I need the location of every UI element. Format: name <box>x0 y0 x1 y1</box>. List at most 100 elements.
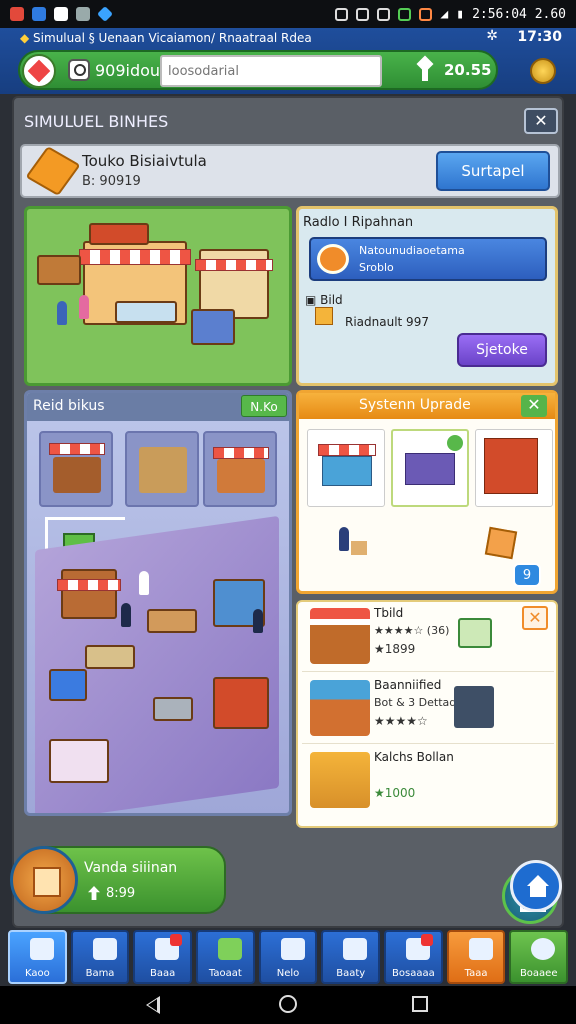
shop-scene[interactable] <box>24 206 292 386</box>
info-banner-subtitle: Sroblo <box>359 261 394 274</box>
tab-inventory[interactable]: Bama <box>70 930 130 984</box>
panel-title: SIMULUEL BINHES <box>24 112 169 131</box>
store-thumbnail <box>310 680 370 736</box>
cube-icon <box>315 307 333 325</box>
venue-title: Vanda siiinan <box>84 860 178 876</box>
recents-icon[interactable] <box>412 996 428 1012</box>
retail-slot[interactable] <box>203 431 277 507</box>
store-rating: ★★★★☆ (36) <box>374 624 450 637</box>
chat-icon <box>531 938 556 960</box>
app-logo[interactable] <box>22 54 56 88</box>
customer-figure <box>79 295 89 319</box>
upgrade-slot[interactable] <box>475 429 553 507</box>
retail-slot[interactable] <box>39 431 113 507</box>
store-list: ✕ Tbild ★★★★☆ (36) ★1899 Baanniified Bot… <box>296 600 558 828</box>
search-input[interactable] <box>160 55 382 87</box>
retail-header: Reid bikus N.Ko <box>27 393 289 421</box>
close-button[interactable]: ✕ <box>524 108 558 134</box>
main-panel: SIMULUEL BINHES ✕ Touko Bisiaivtula B: 9… <box>12 96 564 928</box>
gear-icon[interactable]: ✲ <box>486 28 498 44</box>
retail-slot[interactable] <box>125 431 199 507</box>
home-icon <box>30 938 54 960</box>
table <box>147 609 197 633</box>
bottom-tab-bar: Kaoo Bama Baaa Taoaat Nelo Baaty Bosaaaa… <box>8 930 569 984</box>
upgrade-arrow-icon <box>416 58 434 82</box>
retail-badge[interactable]: N.Ko <box>241 395 287 417</box>
tab-shop[interactable]: Taoaat <box>196 930 255 984</box>
info-banner-title: Natounudiaoetama <box>359 244 465 257</box>
tab-staff[interactable]: Bosaaaa <box>384 930 443 984</box>
customer-figure <box>121 603 131 627</box>
cooler <box>49 669 87 701</box>
arrow-up-icon <box>88 886 100 900</box>
upgrade-close-button[interactable]: ✕ <box>521 395 547 417</box>
info-action-button[interactable]: Sjetoke <box>457 333 547 367</box>
battery-icon: ▮ <box>456 6 465 22</box>
home-circle-icon[interactable] <box>279 995 297 1013</box>
cube-icon <box>484 526 518 560</box>
store-price: ★1000 <box>374 786 416 800</box>
link-icon <box>76 7 90 21</box>
image-icon <box>32 7 46 21</box>
tab-chat[interactable]: Boaaee <box>509 930 569 984</box>
register-icon <box>343 938 368 960</box>
coin-icon[interactable] <box>530 58 556 84</box>
notification-icon <box>10 7 24 21</box>
store-name: Kalchs Bollan <box>374 750 454 764</box>
header-subtitle: B: 90919 <box>82 174 141 189</box>
list-item[interactable]: Kalchs Bollan ★1000 <box>302 746 554 816</box>
venue-card[interactable]: Vanda siiinan 8:99 <box>10 846 226 914</box>
brand-label: 909idous <box>95 61 169 80</box>
customer-figure <box>57 301 67 325</box>
upgrade-count-badge[interactable]: 9 <box>513 563 541 587</box>
market-stall <box>61 569 117 619</box>
customer-figure <box>253 609 263 633</box>
tab-events[interactable]: Taaa <box>446 930 506 984</box>
info-title: Radlo I Ripahnan <box>303 215 414 230</box>
app-icon <box>419 7 433 21</box>
shop-building <box>213 677 269 729</box>
list-item[interactable]: Baanniified Bot & 3 Dettad ★★★★☆ <box>302 674 554 744</box>
store-detail: Bot & 3 Dettad <box>374 696 457 709</box>
header-action-button[interactable]: Surtapel <box>436 151 550 191</box>
retail-title: Reid bikus <box>33 398 105 414</box>
status-time: 2:56:04 2.60 <box>472 6 566 22</box>
toolbar: 909idous 20.55 <box>18 50 498 90</box>
store-thumbnail <box>310 752 370 808</box>
list-icon <box>92 938 117 960</box>
diamond-icon <box>97 6 113 22</box>
upgrade-slot[interactable] <box>307 429 385 507</box>
shop-awning <box>57 579 121 591</box>
shop-building <box>49 739 109 783</box>
upgrade-panel: Systenn Uprade ✕ 9 <box>296 390 558 594</box>
list-item[interactable]: Tbild ★★★★☆ (36) ★1899 <box>302 602 554 672</box>
back-icon[interactable] <box>146 996 160 1014</box>
home-fab-button[interactable] <box>510 860 562 912</box>
upgrade-slot[interactable] <box>391 429 469 507</box>
worker-figure <box>339 527 349 551</box>
shop-sign <box>89 223 149 245</box>
info-label: ▣ Bild <box>305 293 343 307</box>
info-banner[interactable]: Natounudiaoetama Sroblo <box>309 237 547 281</box>
file-icon <box>54 7 68 21</box>
crate <box>351 541 367 555</box>
status-bar: ◢ ▮ 2:56:04 2.60 <box>0 0 576 28</box>
cart-icon <box>218 938 243 960</box>
tab-stats[interactable]: Nelo <box>258 930 318 984</box>
gift-icon <box>468 938 493 960</box>
counter <box>85 645 135 669</box>
search-icon[interactable] <box>68 59 90 81</box>
tab-home[interactable]: Kaoo <box>8 930 67 984</box>
building-icon <box>10 846 78 914</box>
notification-badge <box>420 934 433 946</box>
app-icon <box>377 7 391 21</box>
money-value: 20.55 <box>444 61 492 79</box>
tab-delivery[interactable]: Baaa <box>133 930 193 984</box>
upgrade-title: Systenn Uprade <box>359 397 471 413</box>
system-nav-bar <box>0 986 576 1024</box>
header-title: Touko Bisiaivtula <box>82 152 207 170</box>
cooler <box>191 309 235 345</box>
tab-register[interactable]: Baaty <box>321 930 381 984</box>
market-stall <box>37 255 81 285</box>
store-thumbnail <box>310 608 370 664</box>
